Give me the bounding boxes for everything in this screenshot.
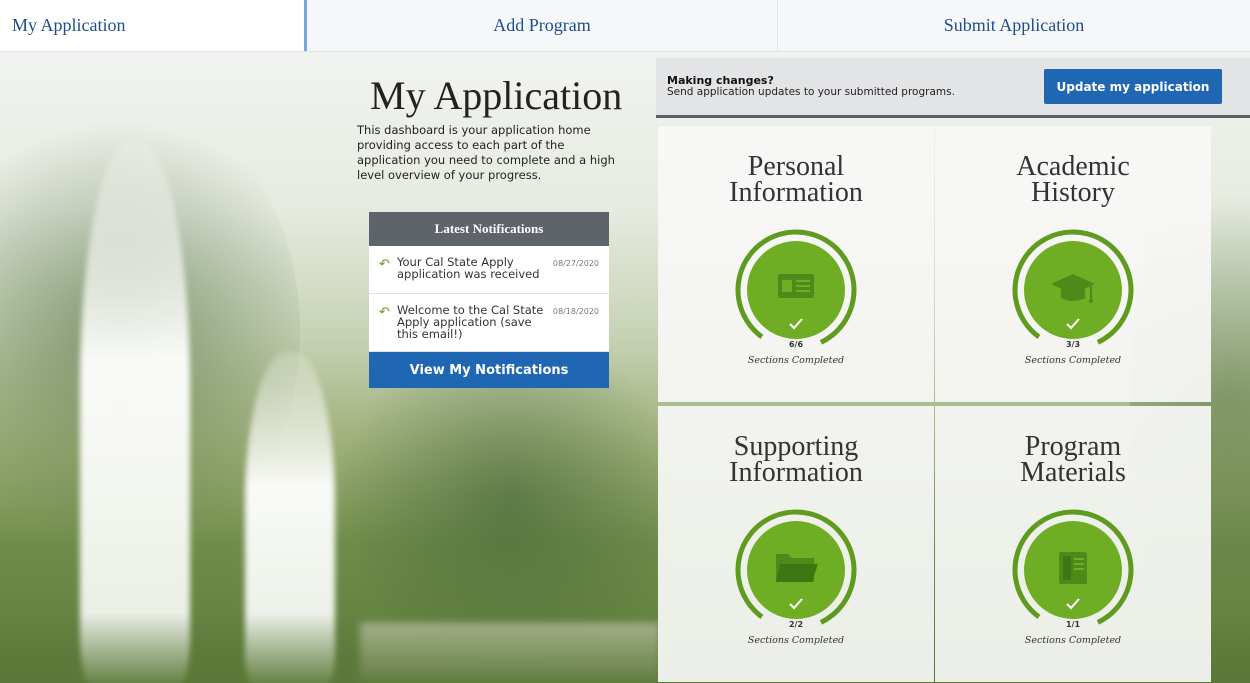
notifications-panel: Latest Notifications ↶ Your Cal State Ap…	[369, 212, 609, 388]
notification-text: Welcome to the Cal State Apply applicati…	[397, 303, 544, 341]
notification-text: Your Cal State Apply application was rec…	[397, 255, 540, 281]
sections-status: Sections Completed	[747, 355, 845, 366]
tab-my-application[interactable]: My Application	[0, 0, 307, 51]
card-supporting-information[interactable]: Supporting Information 2/2 Sections Compl…	[658, 406, 934, 682]
notification-date: 08/27/2020	[552, 259, 599, 268]
progress-ring	[735, 509, 857, 631]
dashboard-description: This dashboard is your application home …	[357, 123, 615, 182]
notifications-header: Latest Notifications	[369, 212, 609, 246]
book-icon	[1059, 552, 1087, 584]
top-navigation: My Application Add Program Submit Applic…	[0, 0, 1250, 52]
card-title: Academic History	[1016, 151, 1130, 208]
folder-icon	[776, 554, 818, 582]
sections-count: 1/1	[1065, 620, 1081, 629]
making-changes-bar: Making changes? Send application updates…	[656, 58, 1250, 118]
progress-ring	[1012, 229, 1134, 351]
update-application-button[interactable]: Update my application	[1044, 69, 1222, 104]
progress-ring	[735, 229, 857, 351]
fountain-spray-left	[80, 142, 190, 683]
progress-ring	[1012, 509, 1134, 631]
sections-status: Sections Completed	[1024, 355, 1122, 366]
page-title: My Application	[370, 73, 623, 118]
notification-item[interactable]: ↶ Welcome to the Cal State Apply applica…	[369, 294, 609, 352]
sections-count: 2/2	[788, 620, 804, 629]
notification-date: 08/18/2020	[552, 307, 599, 316]
notification-arrow-icon: ↶	[379, 256, 390, 271]
card-title: Personal Information	[729, 151, 863, 208]
tab-add-program[interactable]: Add Program	[307, 0, 778, 51]
notification-item[interactable]: ↶ Your Cal State Apply application was r…	[369, 246, 609, 294]
tab-submit-application[interactable]: Submit Application	[778, 0, 1250, 51]
notification-arrow-icon: ↶	[379, 304, 390, 319]
id-card-icon	[778, 274, 814, 298]
card-title: Supporting Information	[729, 431, 863, 488]
card-personal-information[interactable]: Personal Information 6/6 Sections Complet…	[658, 126, 934, 402]
view-notifications-button[interactable]: View My Notifications	[369, 352, 609, 388]
sections-count: 3/3	[1065, 340, 1081, 349]
sections-status: Sections Completed	[1024, 635, 1122, 646]
making-changes-text: Send application updates to your submitt…	[667, 86, 955, 98]
sections-count: 6/6	[788, 340, 804, 349]
sections-status: Sections Completed	[747, 635, 845, 646]
card-program-materials[interactable]: Program Materials 1/1 Sections Completed	[935, 406, 1211, 682]
card-title: Program Materials	[1020, 431, 1126, 488]
card-academic-history[interactable]: Academic History 3/3 Sections Completed	[935, 126, 1211, 402]
